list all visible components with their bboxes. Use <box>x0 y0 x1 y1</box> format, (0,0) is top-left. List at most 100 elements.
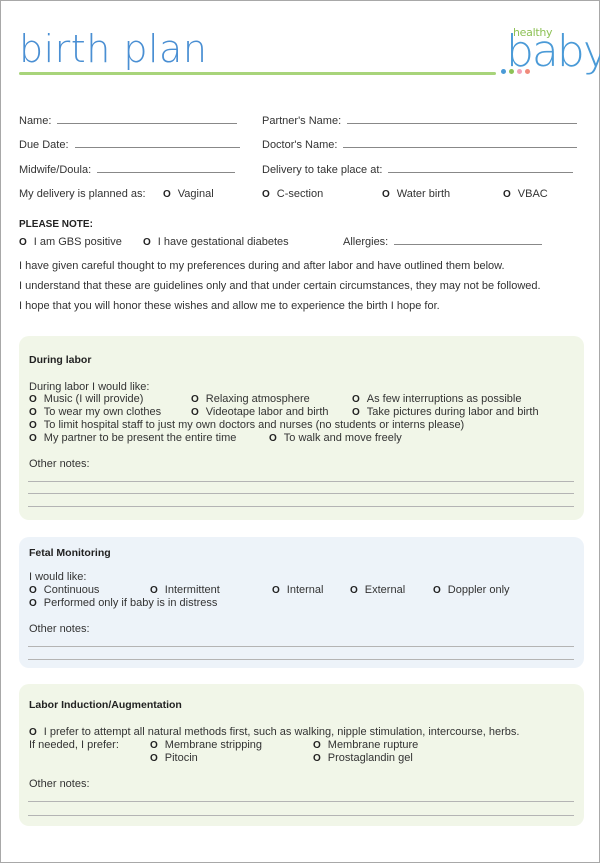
option-label: I prefer to attempt all natural methods … <box>43 726 520 738</box>
dot-blue-icon <box>501 69 506 74</box>
option-label: To limit hospital staff to just my own d… <box>43 419 465 431</box>
option-label: Pitocin <box>164 752 198 764</box>
logo-dots <box>501 69 530 74</box>
radio-icon[interactable]: O <box>150 584 158 597</box>
option-pitocin[interactable]: O Pitocin <box>150 752 198 765</box>
delivery-option-c-section[interactable]: O C-section <box>262 188 323 200</box>
due-date-input-line[interactable] <box>74 147 240 148</box>
radio-icon[interactable]: O <box>19 237 27 248</box>
radio-icon[interactable]: O <box>269 432 277 445</box>
radio-icon[interactable]: O <box>29 726 37 739</box>
option-continuous[interactable]: O Continuous <box>29 584 99 597</box>
radio-icon[interactable]: O <box>272 584 280 597</box>
midwife-field[interactable]: Midwife/Doula: <box>19 164 236 176</box>
radio-icon[interactable]: O <box>433 584 441 597</box>
gbs-positive-option[interactable]: O I am GBS positive <box>19 236 122 248</box>
radio-icon[interactable]: O <box>163 189 171 200</box>
radio-icon[interactable]: O <box>191 393 199 406</box>
option-label: Membrane rupture <box>327 739 419 751</box>
option-intermittent[interactable]: O Intermittent <box>150 584 220 597</box>
induction-notes-line-1[interactable] <box>28 801 574 802</box>
intro-paragraph-3: I hope that you will honor these wishes … <box>19 300 440 312</box>
gestational-diabetes-option[interactable]: O I have gestational diabetes <box>143 236 289 248</box>
induction-notes-line-2[interactable] <box>28 815 574 816</box>
delivery-place-field[interactable]: Delivery to take place at: <box>262 164 574 176</box>
midwife-label: Midwife/Doula: <box>19 164 92 176</box>
doctor-name-field[interactable]: Doctor's Name: <box>262 139 578 151</box>
partner-name-input-line[interactable] <box>347 123 578 124</box>
fetal-monitoring-section: Fetal Monitoring I would like: O Continuo… <box>19 537 584 668</box>
radio-icon[interactable]: O <box>29 419 37 432</box>
during-labor-notes-line-1[interactable] <box>28 481 574 482</box>
option-label: To walk and move freely <box>283 432 402 444</box>
option-few-interruptions[interactable]: O As few interruptions as possible <box>352 393 521 406</box>
due-date-label: Due Date: <box>19 139 69 151</box>
option-videotape[interactable]: O Videotape labor and birth <box>191 406 329 419</box>
option-music[interactable]: O Music (I will provide) <box>29 393 143 406</box>
radio-icon[interactable]: O <box>382 189 390 200</box>
intro-paragraph-1: I have given careful thought to my prefe… <box>19 260 505 272</box>
option-label: C-section <box>276 188 324 200</box>
allergies-input-line[interactable] <box>394 244 543 245</box>
radio-icon[interactable]: O <box>262 189 270 200</box>
radio-icon[interactable]: O <box>313 739 321 752</box>
title-underline <box>19 72 496 75</box>
birth-plan-page: birth plan baby healthy Name: Partner's … <box>0 0 600 863</box>
name-input-line[interactable] <box>57 123 238 124</box>
radio-icon[interactable]: O <box>29 597 37 610</box>
radio-icon[interactable]: O <box>150 739 158 752</box>
option-membrane-rupture[interactable]: O Membrane rupture <box>313 739 418 752</box>
radio-icon[interactable]: O <box>150 752 158 765</box>
induction-notes-label: Other notes: <box>29 778 90 790</box>
delivery-planned-label: My delivery is planned as: <box>19 188 146 200</box>
radio-icon[interactable]: O <box>313 752 321 765</box>
delivery-option-vaginal[interactable]: O Vaginal <box>163 188 214 200</box>
option-label: Continuous <box>43 584 100 596</box>
radio-icon[interactable]: O <box>143 237 151 248</box>
labor-induction-title: Labor Induction/Augmentation <box>29 699 182 711</box>
radio-icon[interactable]: O <box>352 406 360 419</box>
midwife-input-line[interactable] <box>97 172 236 173</box>
fetal-monitoring-title: Fetal Monitoring <box>29 547 111 559</box>
due-date-field[interactable]: Due Date: <box>19 139 240 151</box>
option-only-if-distress[interactable]: O Performed only if baby is in distress <box>29 597 217 610</box>
option-doppler-only[interactable]: O Doppler only <box>433 584 510 597</box>
allergies-field[interactable]: Allergies: <box>343 236 543 248</box>
fetal-monitoring-notes-line-1[interactable] <box>28 646 574 647</box>
option-prostaglandin-gel[interactable]: O Prostaglandin gel <box>313 752 413 765</box>
radio-icon[interactable]: O <box>29 406 37 419</box>
option-own-clothes[interactable]: O To wear my own clothes <box>29 406 161 419</box>
option-natural-methods[interactable]: O I prefer to attempt all natural methods… <box>29 726 519 739</box>
radio-icon[interactable]: O <box>29 393 37 406</box>
option-relaxing-atmosphere[interactable]: O Relaxing atmosphere <box>191 393 310 406</box>
radio-icon[interactable]: O <box>29 432 37 445</box>
radio-icon[interactable]: O <box>503 189 511 200</box>
delivery-option-water-birth[interactable]: O Water birth <box>382 188 450 200</box>
radio-icon[interactable]: O <box>29 584 37 597</box>
option-membrane-stripping[interactable]: O Membrane stripping <box>150 739 262 752</box>
option-limit-staff[interactable]: O To limit hospital staff to just my own … <box>29 419 464 432</box>
partner-name-label: Partner's Name: <box>262 115 342 127</box>
option-label: As few interruptions as possible <box>366 393 522 405</box>
dot-pink-icon <box>517 69 522 74</box>
allergies-label: Allergies: <box>343 236 389 248</box>
option-internal[interactable]: O Internal <box>272 584 323 597</box>
please-note-heading: PLEASE NOTE: <box>19 219 93 230</box>
radio-icon[interactable]: O <box>191 406 199 419</box>
delivery-place-input-line[interactable] <box>388 172 574 173</box>
partner-name-field[interactable]: Partner's Name: <box>262 115 578 127</box>
option-walk-freely[interactable]: O To walk and move freely <box>269 432 402 445</box>
name-field[interactable]: Name: <box>19 115 238 127</box>
option-partner-present[interactable]: O My partner to be present the entire tim… <box>29 432 236 445</box>
doctor-name-input-line[interactable] <box>343 147 578 148</box>
option-take-pictures[interactable]: O Take pictures during labor and birth <box>352 406 539 419</box>
fetal-monitoring-notes-line-2[interactable] <box>28 659 574 660</box>
delivery-option-vbac[interactable]: O VBAC <box>503 188 548 200</box>
fetal-monitoring-notes-label: Other notes: <box>29 623 90 635</box>
radio-icon[interactable]: O <box>352 393 360 406</box>
during-labor-notes-line-2[interactable] <box>28 493 574 494</box>
option-external[interactable]: O External <box>350 584 405 597</box>
radio-icon[interactable]: O <box>350 584 358 597</box>
during-labor-notes-line-3[interactable] <box>28 506 574 507</box>
option-label: Intermittent <box>164 584 220 596</box>
